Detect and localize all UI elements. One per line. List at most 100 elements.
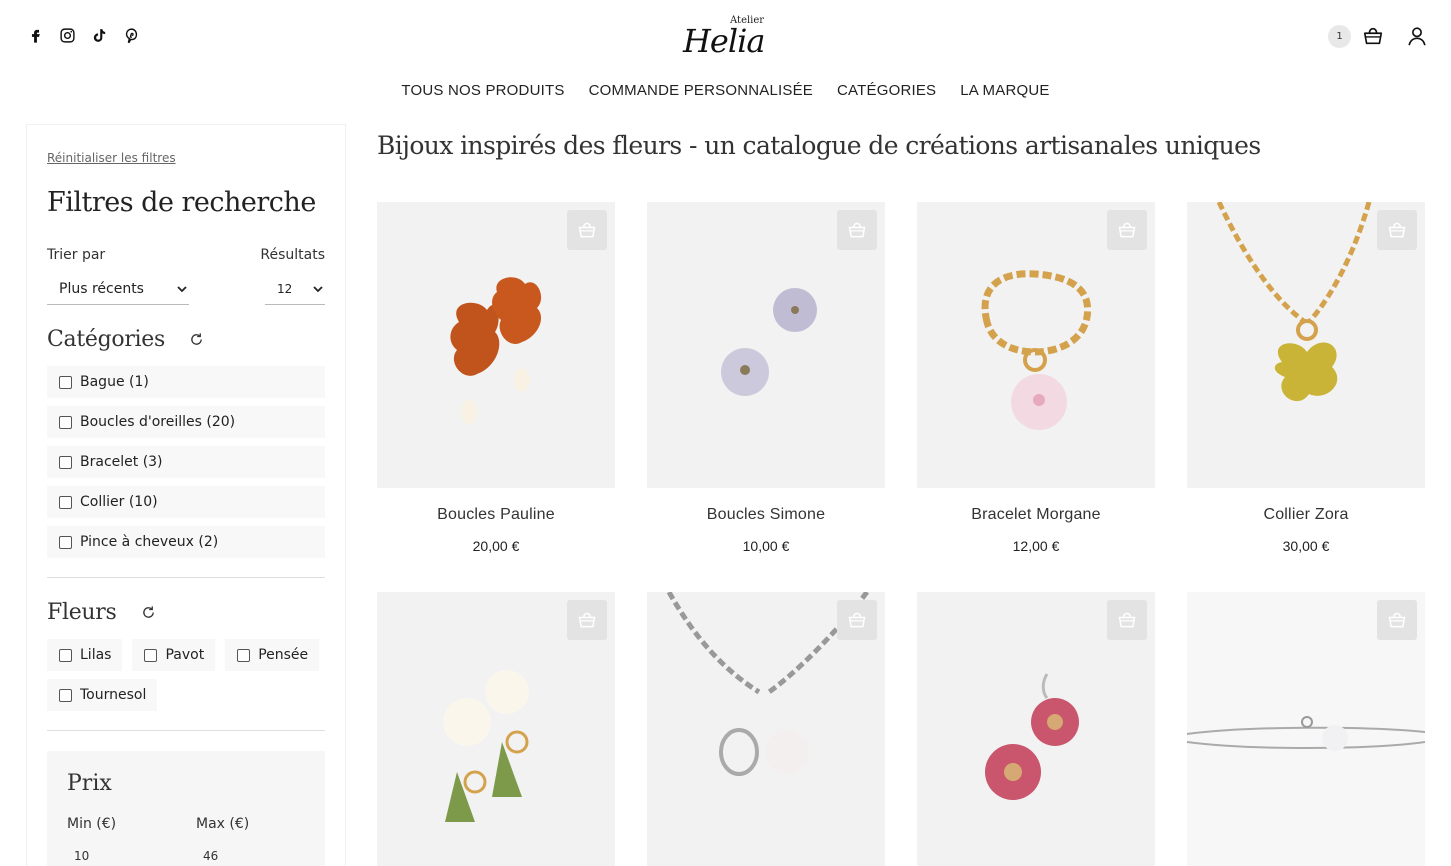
basket-icon: [1388, 222, 1406, 238]
basket-icon: [1388, 612, 1406, 628]
price-filter: Prix Min (€) Max (€) 10 46: [47, 751, 325, 866]
categories-heading: Catégories: [47, 327, 204, 352]
reset-flowers-icon[interactable]: [141, 605, 156, 620]
checkbox[interactable]: [144, 648, 158, 662]
basket-icon: [1118, 612, 1136, 628]
basket-icon: [848, 612, 866, 628]
results-label: Résultats: [260, 247, 325, 263]
flower-option[interactable]: Pavot: [132, 639, 216, 671]
chevron-down-icon: [177, 285, 187, 292]
reset-categories-icon[interactable]: [189, 332, 204, 347]
min-price-input[interactable]: 10: [74, 849, 89, 863]
checkbox[interactable]: [59, 688, 72, 702]
categories-title: Catégories: [47, 327, 166, 352]
add-to-cart-button[interactable]: [1107, 600, 1147, 640]
category-label: Boucles d'oreilles (20): [80, 414, 236, 430]
instagram-icon[interactable]: [58, 26, 76, 44]
flower-options: Lilas Pavot Pensée Tournesol: [47, 639, 327, 711]
add-to-cart-button[interactable]: [1377, 600, 1417, 640]
basket-icon: [578, 222, 596, 238]
flower-label: Pensée: [258, 647, 309, 663]
checkbox[interactable]: [59, 455, 72, 469]
nav-custom-order[interactable]: COMMANDE PERSONNALISÉE: [589, 82, 813, 99]
product-image[interactable]: [1187, 202, 1425, 488]
category-label: Collier (10): [80, 494, 158, 510]
flower-label: Lilas: [80, 647, 112, 663]
filters-sidebar: Réinitialiser les filtres Filtres de rec…: [26, 124, 346, 866]
category-label: Bracelet (3): [80, 454, 163, 470]
facebook-icon[interactable]: [26, 26, 44, 44]
product-image[interactable]: [377, 592, 615, 866]
flowers-heading: Fleurs: [47, 600, 156, 625]
add-to-cart-button[interactable]: [1107, 210, 1147, 250]
product-card[interactable]: Boucles Pauline 20,00 €: [377, 202, 615, 554]
category-label: Pince à cheveux (2): [80, 534, 219, 550]
divider: [47, 577, 325, 578]
product-image[interactable]: [917, 592, 1155, 866]
nav-categories[interactable]: CATÉGORIES: [837, 82, 936, 99]
filters-title: Filtres de recherche: [47, 187, 316, 218]
sort-select[interactable]: Plus récents: [47, 273, 189, 305]
product-card[interactable]: [377, 592, 615, 866]
max-price-label: Max (€): [196, 816, 250, 832]
add-to-cart-button[interactable]: [837, 600, 877, 640]
add-to-cart-button[interactable]: [567, 210, 607, 250]
basket-icon: [578, 612, 596, 628]
cart-count-badge: 1: [1328, 24, 1351, 48]
sort-select-value: Plus récents: [59, 280, 144, 297]
category-option[interactable]: Collier (10): [47, 486, 325, 518]
checkbox[interactable]: [59, 375, 72, 389]
chevron-down-icon: [313, 285, 323, 292]
product-image[interactable]: [647, 592, 885, 866]
product-image[interactable]: [917, 202, 1155, 488]
product-image[interactable]: [647, 202, 885, 488]
product-price: 30,00 €: [1282, 538, 1330, 554]
add-to-cart-button[interactable]: [837, 210, 877, 250]
add-to-cart-button[interactable]: [567, 600, 607, 640]
nav-all-products[interactable]: TOUS NOS PRODUITS: [401, 82, 564, 99]
product-price: 12,00 €: [1012, 538, 1060, 554]
product-card[interactable]: [647, 592, 885, 866]
checkbox[interactable]: [59, 495, 72, 509]
category-option[interactable]: Bracelet (3): [47, 446, 325, 478]
product-card[interactable]: Boucles Simone 10,00 €: [647, 202, 885, 554]
product-card[interactable]: Bracelet Morgane 12,00 €: [917, 202, 1155, 554]
flower-option[interactable]: Pensée: [225, 639, 320, 671]
checkbox[interactable]: [59, 648, 72, 662]
product-name[interactable]: Boucles Simone: [647, 506, 885, 524]
product-image[interactable]: [377, 202, 615, 488]
product-image[interactable]: [1187, 592, 1425, 866]
product-name[interactable]: Collier Zora: [1187, 506, 1425, 524]
max-price-input[interactable]: 46: [203, 849, 218, 863]
tiktok-icon[interactable]: [90, 26, 108, 44]
category-label: Bague (1): [80, 374, 149, 390]
category-option[interactable]: Pince à cheveux (2): [47, 526, 325, 558]
reset-filters-link[interactable]: Réinitialiser les filtres: [47, 151, 176, 165]
divider: [47, 730, 325, 731]
product-card[interactable]: [1187, 592, 1425, 866]
product-name[interactable]: Bracelet Morgane: [917, 506, 1155, 524]
add-to-cart-button[interactable]: [1377, 210, 1417, 250]
category-option[interactable]: Boucles d'oreilles (20): [47, 406, 325, 438]
results-select-value: 12: [277, 281, 293, 296]
account-icon[interactable]: [1405, 24, 1429, 48]
checkbox[interactable]: [59, 535, 72, 549]
nav-brand[interactable]: LA MARQUE: [960, 82, 1049, 99]
min-price-label: Min (€): [67, 816, 117, 832]
product-name[interactable]: Boucles Pauline: [377, 506, 615, 524]
checkbox[interactable]: [237, 648, 251, 662]
site-header: Atelier Helia 1 TOUS NOS PRODUITS COMMAN…: [0, 0, 1451, 115]
checkbox[interactable]: [59, 415, 72, 429]
flower-option[interactable]: Tournesol: [47, 679, 158, 711]
flower-option[interactable]: Lilas: [47, 639, 123, 671]
flower-label: Pavot: [165, 647, 205, 663]
flowers-title: Fleurs: [47, 600, 117, 625]
results-select[interactable]: 12: [265, 273, 325, 305]
pinterest-icon[interactable]: [122, 26, 140, 44]
category-option[interactable]: Bague (1): [47, 366, 325, 398]
basket-icon[interactable]: [1361, 24, 1385, 48]
brand-logo[interactable]: Atelier Helia: [680, 14, 772, 60]
logo-text: Helia: [683, 22, 765, 60]
product-card[interactable]: [917, 592, 1155, 866]
product-card[interactable]: Collier Zora 30,00 €: [1187, 202, 1425, 554]
